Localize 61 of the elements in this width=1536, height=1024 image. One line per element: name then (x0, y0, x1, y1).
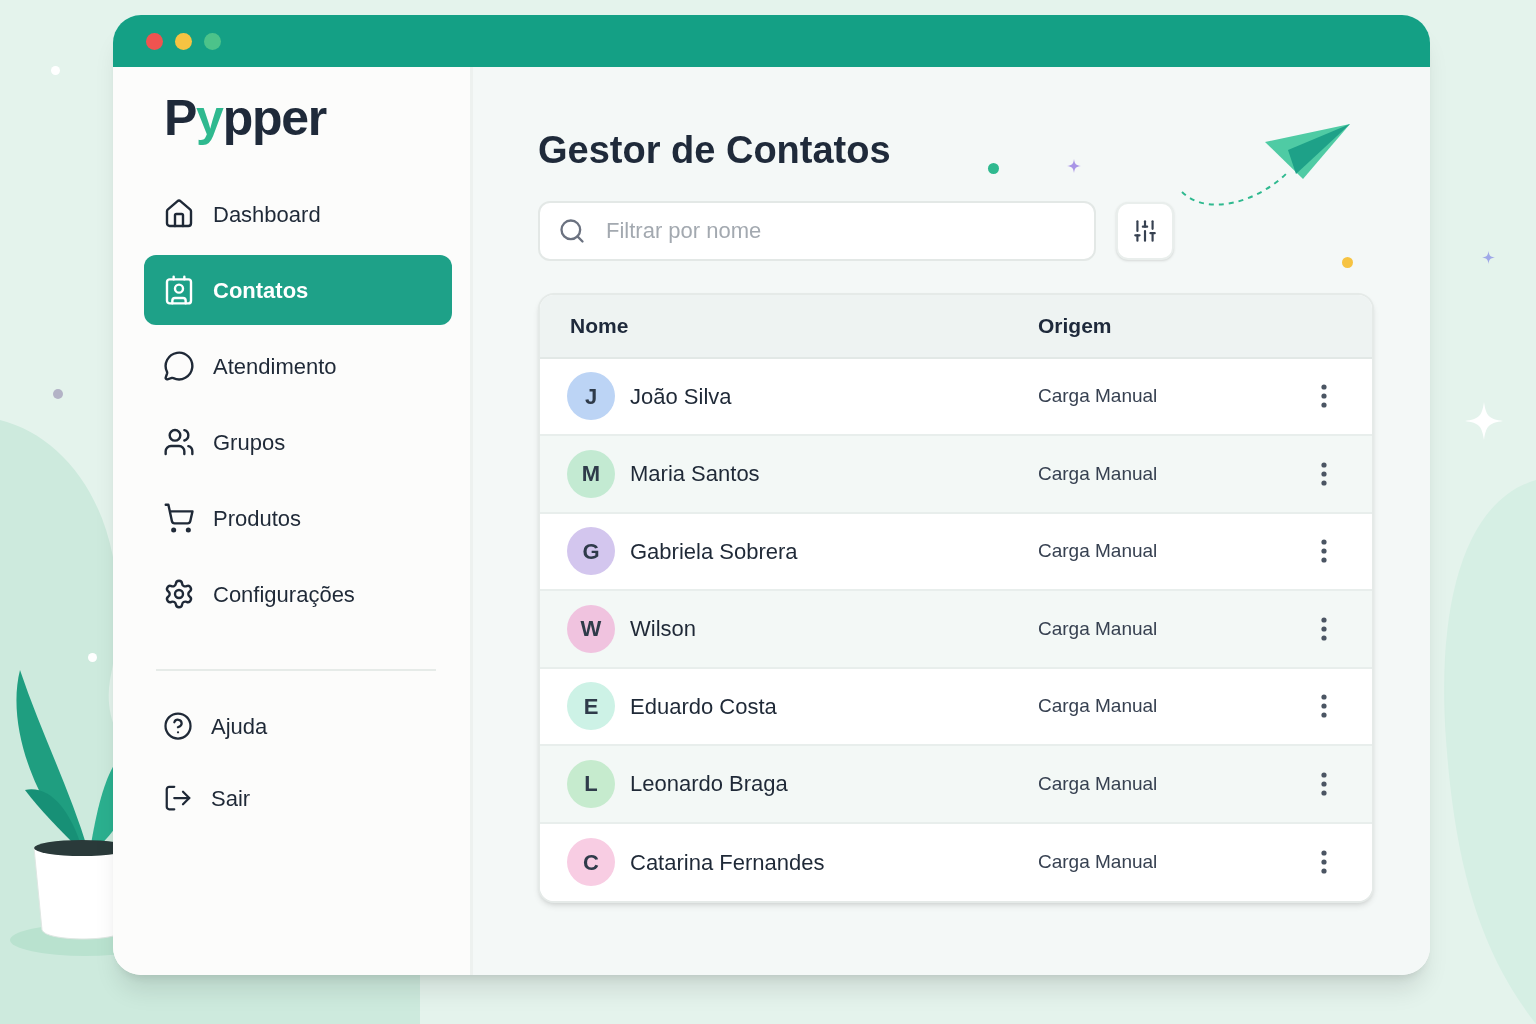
contact-card-icon (163, 274, 195, 306)
table-row[interactable]: L Leonardo Braga Carga Manual (540, 746, 1372, 824)
help-icon (163, 711, 193, 741)
contact-name: Maria Santos (630, 460, 761, 489)
table-cell-text: Carga Manual (1038, 461, 1159, 486)
contact-name: Gabriela Sobrera (630, 537, 799, 566)
filter-button[interactable] (1116, 201, 1174, 260)
nav-item[interactable]: Dashboard (144, 179, 452, 249)
table-row[interactable]: E Eduardo Costa Carga Manual (540, 668, 1372, 746)
table-row[interactable]: W Wilson Carga Manual (540, 591, 1372, 669)
table-cell-text: Carga Manual (1038, 850, 1159, 874)
table-row[interactable]: J João Silva Carga Manual (540, 358, 1372, 436)
nav-item[interactable]: Produtos (144, 483, 452, 553)
kebab-icon (1321, 539, 1327, 564)
avatar: J (567, 372, 615, 421)
search-field[interactable]: Filtrar por nome (538, 200, 1096, 261)
kebab-icon (1321, 694, 1327, 719)
house-icon (163, 198, 195, 230)
sparkle-icon (1465, 402, 1503, 440)
column-header: Nome (570, 312, 630, 339)
column-header: Origem (1038, 312, 1112, 339)
logout-icon (163, 783, 193, 813)
contact-name: João Silva (630, 382, 733, 411)
settings-icon (163, 578, 195, 610)
table-cell-text: Carga Manual (1038, 694, 1159, 718)
avatar: E (567, 682, 615, 731)
avatar: G (567, 527, 615, 576)
sliders-icon (1132, 217, 1158, 244)
table-cell-text: Carga Manual (1038, 771, 1159, 796)
page-title: Gestor de Contatos (538, 128, 891, 173)
sparkle-icon (1067, 159, 1081, 173)
logo: Pypper (163, 93, 328, 143)
nav-item[interactable]: Sair (144, 765, 452, 831)
contact-name: Catarina Fernandes (630, 848, 826, 877)
contact-name: Leonardo Braga (630, 770, 789, 799)
avatar: C (567, 838, 615, 887)
kebab-icon (1321, 771, 1327, 796)
speech-bubble-icon (163, 350, 195, 382)
kebab-icon (1321, 384, 1327, 409)
sparkle-icon (1482, 251, 1495, 264)
cart-icon (163, 502, 195, 534)
search-icon (558, 216, 586, 245)
table-cell-text: Carga Manual (1038, 539, 1159, 563)
table-row[interactable]: G Gabriela Sobrera Carga Manual (540, 513, 1372, 591)
table-cell-text: Carga Manual (1038, 384, 1159, 408)
contact-name: Eduardo Costa (630, 692, 778, 721)
people-icon (163, 426, 195, 458)
nav-item[interactable]: Atendimento (144, 331, 452, 401)
nav-item[interactable]: Ajuda (144, 693, 452, 759)
kebab-icon (1321, 616, 1327, 641)
avatar: W (567, 604, 615, 653)
kebab-icon (1321, 850, 1327, 875)
table-row[interactable]: M Maria Santos Carga Manual (540, 436, 1372, 514)
nav-item[interactable]: Grupos (144, 407, 452, 477)
avatar: M (567, 449, 615, 498)
table-row[interactable]: C Catarina Fernandes Carga Manual (540, 823, 1372, 901)
nav-item[interactable]: Configurações (144, 559, 452, 629)
table-cell-text: Carga Manual (1038, 616, 1159, 641)
contact-name: Wilson (630, 615, 697, 644)
avatar: L (567, 759, 615, 808)
kebab-icon (1321, 461, 1327, 486)
